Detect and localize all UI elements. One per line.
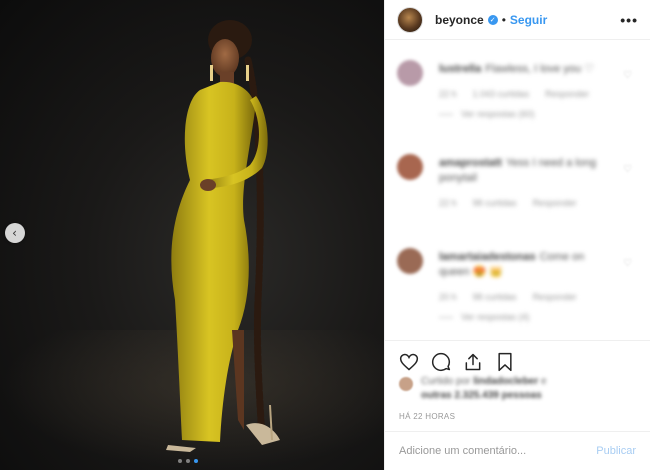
post-sidebar: beyonce ✓ • Seguir ••• lustrella Flawless… [384, 0, 650, 470]
comment-likes[interactable]: 98 curtidas [473, 292, 517, 302]
view-replies-label[interactable]: Ver respostas (4) [461, 312, 530, 322]
comment-content: Flawless, I love you ♡ [485, 63, 595, 75]
photo-figure [166, 20, 280, 452]
view-replies-label[interactable]: Ver respostas (60) [461, 109, 535, 119]
verified-badge-icon: ✓ [487, 14, 498, 25]
comment-meta: 20 h 98 curtidas Responder [439, 292, 614, 302]
add-comment-bar: Publicar [385, 431, 650, 470]
author-username[interactable]: beyonce [435, 13, 484, 27]
header-separator: • [501, 12, 506, 27]
comment-like-heart-icon[interactable]: ♡ [623, 164, 632, 175]
more-options-icon[interactable]: ••• [620, 12, 638, 28]
carousel-indicator [178, 459, 198, 463]
comment-avatar[interactable] [397, 60, 423, 86]
carousel-dot [186, 459, 190, 463]
comment-body: lamartaiadestonas Come on queen 😍 👑 20 h … [439, 250, 614, 322]
reply-button[interactable]: Responder [545, 89, 589, 99]
comment-like-heart-icon[interactable]: ♡ [623, 70, 632, 81]
comment-likes[interactable]: 98 curtidas [473, 198, 517, 208]
follow-button[interactable]: Seguir [510, 13, 547, 27]
comment-age: 22 h [439, 198, 457, 208]
previous-image-button[interactable]: ‹ [5, 223, 25, 243]
comment-username[interactable]: lustrella [439, 63, 481, 75]
likes-prefix: Curtido por [421, 376, 471, 387]
likes-conjunction: e [541, 376, 547, 387]
comment-item: lustrella Flawless, I love you ♡ 22 h 1.0… [385, 52, 650, 146]
liker-username[interactable]: lindadocleber [473, 376, 538, 387]
post-timestamp[interactable]: HÁ 22 HORAS [399, 412, 455, 421]
comment-text: lamartaiadestonas Come on queen 😍 👑 [439, 250, 614, 280]
comment-avatar[interactable] [397, 154, 423, 180]
carousel-dot-active [194, 459, 198, 463]
comment-avatar[interactable] [397, 248, 423, 274]
chevron-left-icon: ‹ [12, 226, 17, 240]
comment-username[interactable]: lamartaiadestonas [439, 251, 536, 263]
reply-button[interactable]: Responder [533, 292, 577, 302]
comment-text: lustrella Flawless, I love you ♡ [439, 62, 614, 77]
author-avatar[interactable] [397, 6, 423, 33]
comment-username[interactable]: amaprostatt [439, 157, 502, 169]
comment-like-heart-icon[interactable]: ♡ [623, 258, 632, 269]
post-photo: ‹ [0, 0, 384, 470]
view-replies[interactable]: Ver respostas (60) [439, 109, 614, 119]
comment-item: lamartaiadestonas Come on queen 😍 👑 20 h … [385, 240, 650, 334]
likes-others[interactable]: outras 2.325.439 pessoas [421, 390, 542, 401]
share-icon[interactable] [461, 350, 485, 374]
comment-meta: 22 h 1.043 curtidas Responder [439, 89, 614, 99]
liker-avatar[interactable] [399, 377, 413, 391]
comment-age: 22 h [439, 89, 457, 99]
post-header: beyonce ✓ • Seguir ••• [385, 0, 650, 40]
comment-age: 20 h [439, 292, 457, 302]
comment-icon[interactable] [429, 350, 453, 374]
likes-text: Curtido por lindadocleber e outras 2.325… [421, 375, 547, 403]
comment-meta: 22 h 98 curtidas Responder [439, 198, 614, 208]
comment-input[interactable] [399, 445, 597, 457]
replies-divider [439, 113, 453, 115]
heart-icon[interactable] [397, 350, 421, 374]
comment-likes[interactable]: 1.043 curtidas [473, 89, 530, 99]
bookmark-icon[interactable] [493, 350, 517, 374]
view-replies[interactable]: Ver respostas (4) [439, 312, 614, 322]
replies-divider [439, 316, 453, 318]
comment-body: lustrella Flawless, I love you ♡ 22 h 1.0… [439, 62, 614, 119]
publish-button[interactable]: Publicar [596, 445, 636, 457]
likes-summary: Curtido por lindadocleber e outras 2.325… [399, 375, 640, 405]
comment-body: amaprostatt Yess I need a long ponytail 2… [439, 156, 614, 208]
comment-item: amaprostatt Yess I need a long ponytail 2… [385, 146, 650, 240]
comment-text: amaprostatt Yess I need a long ponytail [439, 156, 614, 186]
carousel-dot [178, 459, 182, 463]
reply-button[interactable]: Responder [533, 198, 577, 208]
comments-list: lustrella Flawless, I love you ♡ 22 h 1.0… [385, 52, 650, 342]
